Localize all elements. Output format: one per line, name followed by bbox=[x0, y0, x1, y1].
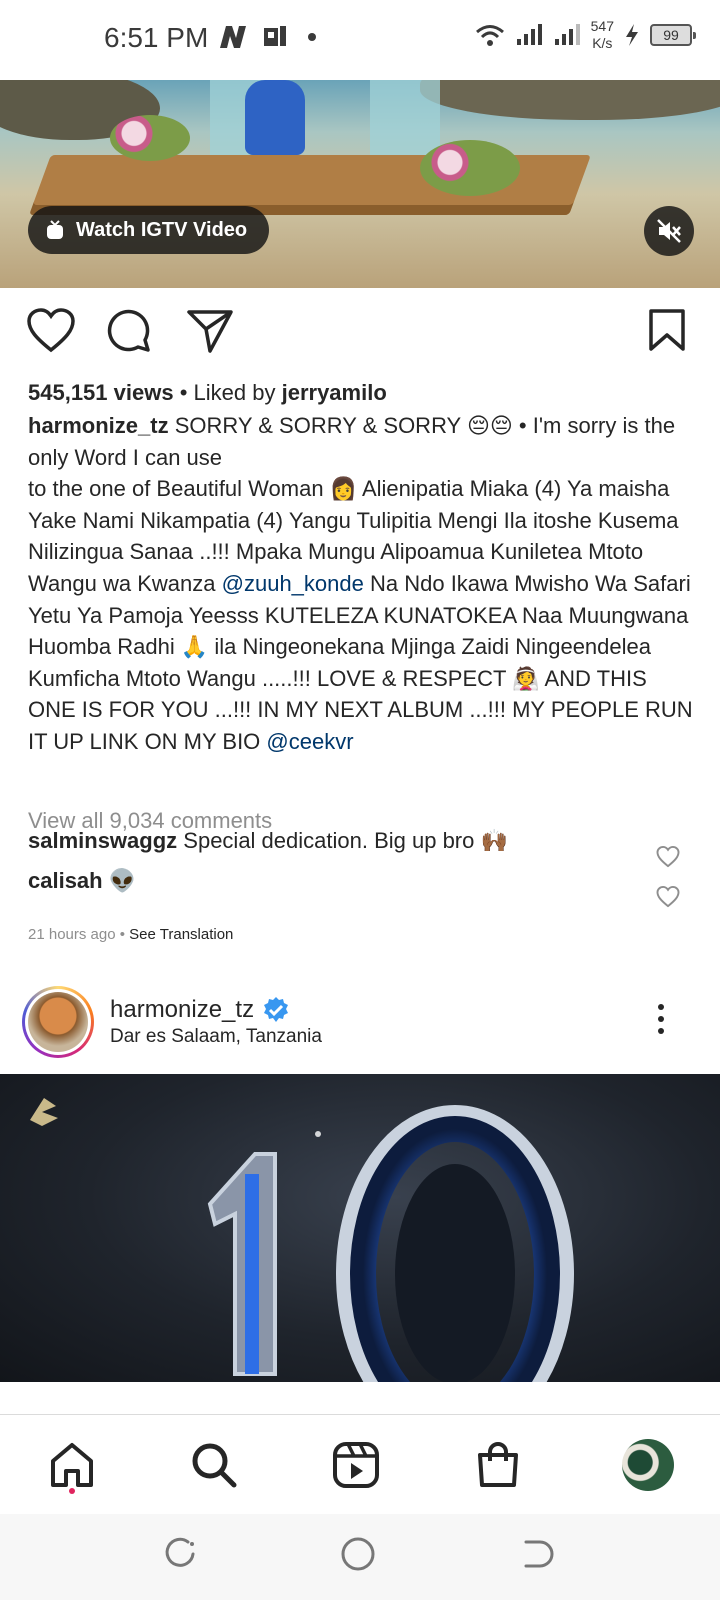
signal-icon-1 bbox=[516, 24, 542, 45]
igtv-video-preview[interactable]: Watch IGTV Video bbox=[0, 80, 720, 288]
home-notification-dot bbox=[69, 1488, 75, 1494]
heart-icon[interactable] bbox=[26, 308, 76, 354]
status-bar: 6:51 PM 547 K/s 99 bbox=[0, 0, 720, 80]
watch-igtv-button[interactable]: Watch IGTV Video bbox=[28, 206, 270, 254]
liked-by-prefix: • Liked by bbox=[179, 380, 276, 405]
document-notification-icon bbox=[264, 26, 286, 46]
comment-text: Special dedication. Big up bro 🙌🏾 bbox=[183, 828, 508, 853]
post-action-bar bbox=[0, 300, 720, 370]
wifi-icon bbox=[475, 25, 504, 46]
status-notification-icons bbox=[218, 24, 322, 50]
post-location[interactable]: Dar es Salaam, Tanzania bbox=[110, 1026, 322, 1048]
views-and-likes: 545,151 views • Liked by jerryamilo bbox=[28, 380, 387, 406]
comment-row: calisah 👽 bbox=[28, 868, 136, 894]
bookmark-icon[interactable] bbox=[648, 308, 686, 352]
liked-by-user[interactable]: jerryamilo bbox=[282, 380, 387, 405]
video-scene-flowers bbox=[110, 115, 190, 161]
post-author-username[interactable]: harmonize_tz bbox=[110, 996, 254, 1024]
post-author-avatar[interactable] bbox=[22, 986, 94, 1058]
comment-username[interactable]: calisah bbox=[28, 868, 103, 893]
comment-icon[interactable] bbox=[106, 308, 154, 356]
network-speed-unit: K/s bbox=[592, 35, 613, 51]
speaker-muted-icon bbox=[657, 219, 681, 243]
time-ago: 21 hours ago bbox=[28, 926, 116, 943]
recent-apps-icon[interactable] bbox=[162, 1536, 198, 1572]
status-time: 6:51 PM bbox=[104, 22, 209, 53]
bottom-navigation bbox=[0, 1414, 720, 1514]
video-scene-flowers bbox=[420, 140, 520, 196]
comment-text: 👽 bbox=[108, 868, 137, 893]
comment-row: salminswaggz Special dedication. Big up … bbox=[28, 828, 508, 854]
number-graphic bbox=[207, 1105, 574, 1382]
n-notification-icon bbox=[220, 26, 246, 48]
avatar-border bbox=[25, 989, 91, 1055]
network-speed: 547 K/s bbox=[591, 18, 614, 52]
signal-icon-2 bbox=[554, 24, 580, 45]
home-circle-icon[interactable] bbox=[340, 1536, 376, 1572]
nav-home[interactable] bbox=[44, 1437, 100, 1493]
watch-igtv-label: Watch IGTV Video bbox=[76, 218, 248, 241]
nav-search[interactable] bbox=[186, 1437, 242, 1493]
mention-link[interactable]: @zuuh_konde bbox=[222, 571, 364, 596]
reels-icon bbox=[333, 1442, 379, 1488]
system-navigation-bar bbox=[0, 1514, 720, 1600]
view-count[interactable]: 545,151 views bbox=[28, 380, 174, 405]
nav-profile[interactable] bbox=[620, 1437, 676, 1493]
post-author[interactable]: harmonize_tz bbox=[110, 996, 290, 1024]
send-icon[interactable] bbox=[186, 308, 234, 354]
home-icon bbox=[51, 1443, 93, 1487]
charging-icon bbox=[626, 24, 638, 46]
status-right-icons: 547 K/s 99 bbox=[475, 18, 696, 52]
avatar-image bbox=[28, 992, 88, 1052]
mute-toggle-button[interactable] bbox=[644, 206, 694, 256]
battery-level: 99 bbox=[650, 24, 696, 46]
verified-badge-icon bbox=[264, 997, 289, 1022]
post-caption: harmonize_tz SORRY & SORRY & SORRY 😔😔 • … bbox=[28, 410, 698, 758]
see-translation-link[interactable]: See Translation bbox=[129, 926, 233, 943]
more-notifications-dot-icon bbox=[308, 33, 316, 41]
shopping-bag-icon bbox=[478, 1442, 518, 1487]
video-scene-person bbox=[245, 80, 305, 155]
caption-username[interactable]: harmonize_tz bbox=[28, 413, 169, 438]
caption-text: Na Ndo Ikawa Mwisho Wa Safari Yetu Ya Pa… bbox=[28, 570, 693, 754]
comment-username[interactable]: salminswaggz bbox=[28, 828, 177, 853]
mention-link[interactable]: @ceekvr bbox=[266, 729, 353, 754]
igtv-icon bbox=[47, 220, 63, 239]
comment-like-heart-icon[interactable] bbox=[656, 886, 680, 908]
profile-avatar bbox=[622, 1439, 674, 1491]
search-icon bbox=[192, 1443, 237, 1488]
nav-reels[interactable] bbox=[328, 1437, 384, 1493]
network-speed-value: 547 bbox=[590, 18, 614, 34]
back-icon[interactable] bbox=[520, 1536, 556, 1572]
more-options-icon[interactable] bbox=[658, 1004, 664, 1040]
nav-shop[interactable] bbox=[470, 1437, 526, 1493]
next-post-media[interactable] bbox=[0, 1074, 720, 1382]
post-timestamp: 21 hours ago • See Translation bbox=[28, 926, 234, 943]
comment-like-heart-icon[interactable] bbox=[656, 846, 680, 868]
video-scene-rock bbox=[420, 80, 720, 120]
